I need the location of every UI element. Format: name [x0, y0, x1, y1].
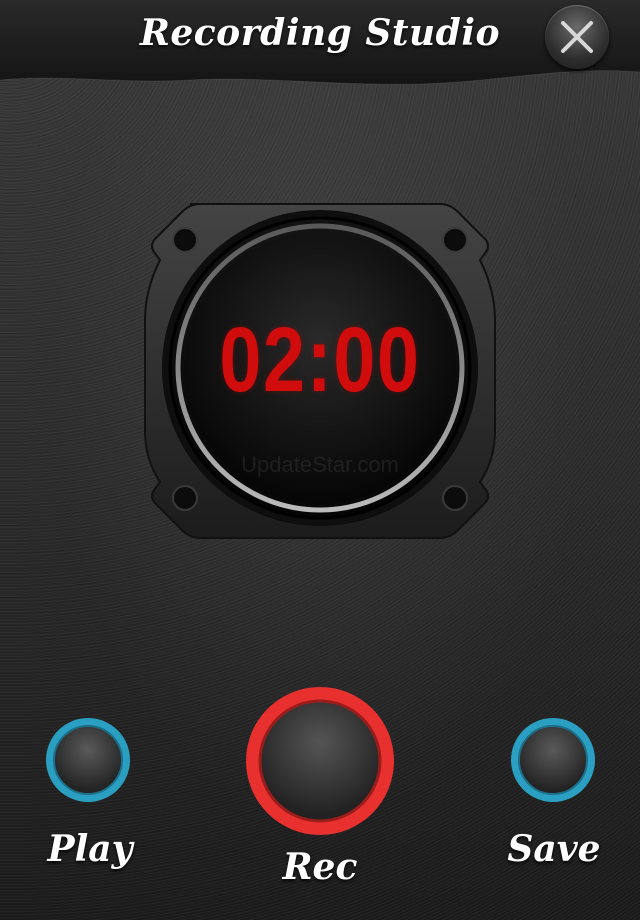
- save-label[interactable]: Save: [474, 828, 634, 870]
- watermark-text: UpdateStar.com: [241, 452, 399, 477]
- timer-display: 02:00 UpdateStar.com: [140, 190, 500, 550]
- app-header: Recording Studio: [0, 0, 640, 92]
- rec-label[interactable]: Rec: [240, 846, 400, 888]
- play-button[interactable]: [44, 716, 132, 804]
- record-button[interactable]: [245, 686, 395, 836]
- close-x-icon: [561, 21, 593, 53]
- app-title: Recording Studio: [139, 12, 501, 54]
- record-button-ring: [246, 687, 394, 835]
- close-button[interactable]: [545, 5, 609, 69]
- timer-digits: 02:00: [219, 309, 421, 411]
- play-label[interactable]: Play: [10, 828, 170, 870]
- save-button[interactable]: [509, 716, 597, 804]
- save-button-ring: [511, 718, 595, 802]
- play-button-ring: [46, 718, 130, 802]
